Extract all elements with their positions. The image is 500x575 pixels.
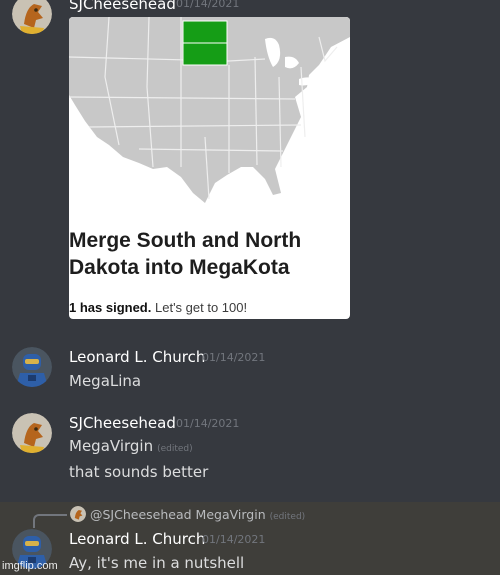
edited-label: (edited) — [269, 512, 306, 522]
us-map-icon — [69, 17, 350, 203]
cheesehead-avatar-icon — [12, 0, 52, 34]
reply-connector — [33, 514, 67, 528]
reply-reference[interactable]: @SJCheesehead MegaVirgin (edited) — [90, 507, 305, 522]
message-timestamp: 01/14/2021 — [176, 0, 240, 10]
avatar[interactable] — [12, 0, 52, 34]
message-text: that sounds better — [69, 463, 209, 481]
reply-quoted-text: MegaVirgin — [195, 507, 266, 522]
message-text: Ay, it's me in a nutshell — [69, 554, 245, 572]
message-text: MegaVirgin (edited) — [69, 437, 193, 455]
message-username[interactable]: Leonard L. Church — [69, 348, 205, 366]
message-timestamp: 01/14/2021 — [202, 533, 266, 546]
signed-count: 1 has signed. — [69, 300, 152, 315]
petition-signatures: 1 has signed. Let's get to 100! — [69, 300, 247, 315]
petition-embed-card[interactable]: Merge South and North Dakota into MegaKo… — [69, 17, 350, 319]
cheesehead-avatar-icon — [12, 413, 52, 453]
robot-armor-avatar-icon — [12, 347, 52, 387]
imgflip-watermark: imgflip.com — [2, 560, 58, 572]
message-username[interactable]: SJCheesehead — [69, 0, 176, 13]
message-line: MegaVirgin — [69, 437, 154, 455]
message-username[interactable]: Leonard L. Church — [69, 530, 205, 548]
us-map-image — [69, 17, 350, 207]
message-timestamp: 01/14/2021 — [202, 351, 266, 364]
avatar[interactable] — [12, 413, 52, 453]
cheesehead-avatar-icon — [70, 506, 86, 522]
message-timestamp: 01/14/2021 — [176, 417, 240, 430]
avatar[interactable] — [12, 347, 52, 387]
message-username[interactable]: SJCheesehead — [69, 414, 176, 432]
reply-avatar[interactable] — [70, 506, 86, 522]
signed-goal: Let's get to 100! — [155, 300, 248, 315]
edited-label: (edited) — [157, 444, 193, 454]
reply-mention[interactable]: @SJCheesehead — [90, 507, 192, 522]
petition-title[interactable]: Merge South and North Dakota into MegaKo… — [69, 227, 350, 281]
message-text: MegaLina — [69, 372, 142, 390]
